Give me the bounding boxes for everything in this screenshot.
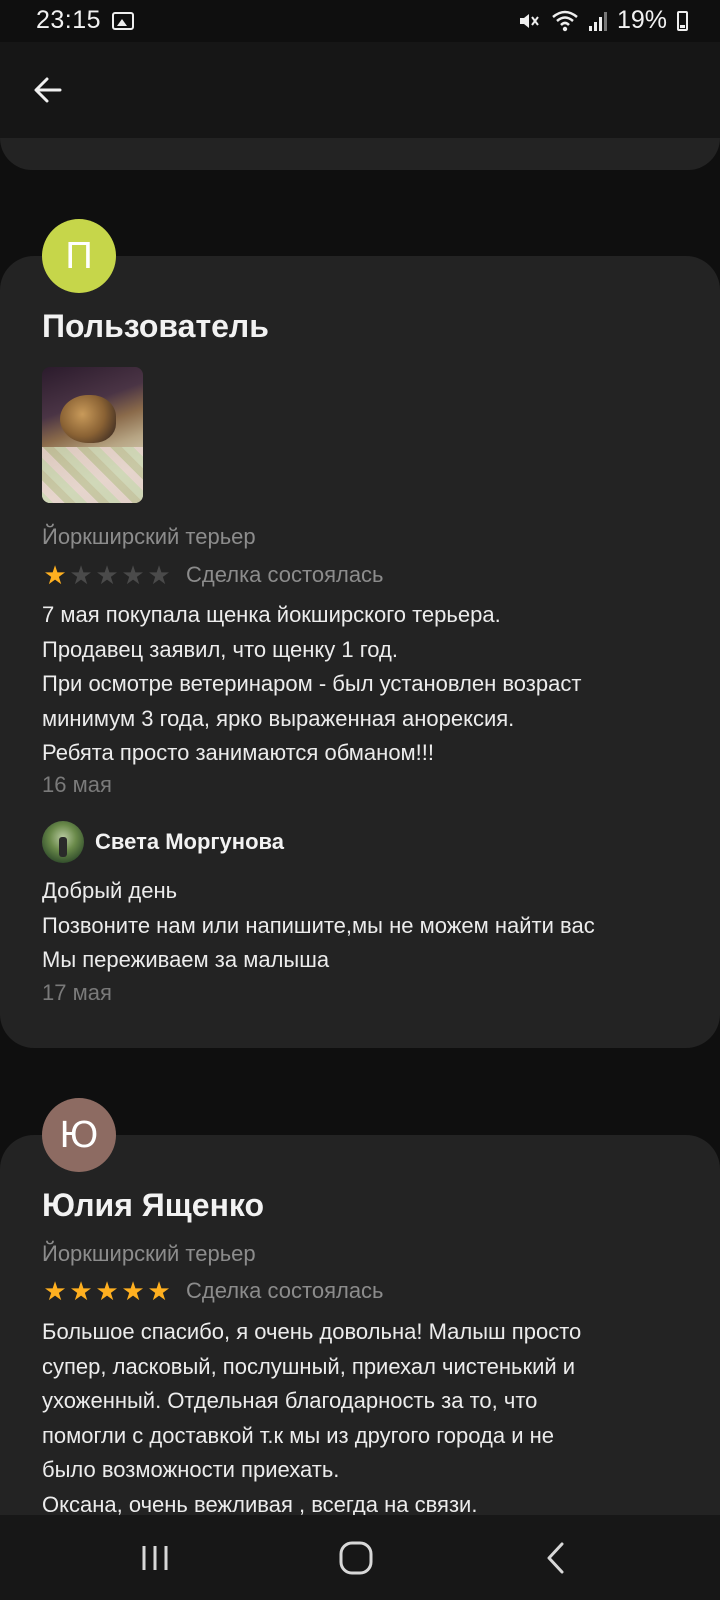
review-author[interactable]: Пользователь [42,308,269,345]
review-author[interactable]: Юлия Ященко [42,1187,264,1224]
system-nav-bar [0,1515,720,1600]
rating-stars: ★ ★ ★ ★ ★ [42,1278,172,1304]
review-text-line: Продавец заявил, что щенку 1 год. [42,636,398,662]
star-filled-icon: ★ [43,560,67,590]
star-filled-icon: ★ [95,1276,119,1306]
app-bar [0,42,720,138]
deal-status: Сделка состоялась [186,562,384,587]
wifi-icon [552,10,578,31]
review-text-line: минимум 3 года, ярко выраженная анорекси… [42,705,515,731]
arrow-left-icon[interactable] [28,70,68,110]
status-bar: 23:15 19% [0,0,720,42]
review-text-line: помогли с доставкой т.к мы из другого го… [42,1422,554,1448]
battery-percent: 19% [616,6,667,34]
reply-avatar [42,821,84,863]
review-breed: Йоркширский терьер [42,524,256,549]
star-empty-icon: ★ [95,560,119,590]
rating-row: ★ ★ ★ ★ ★ Сделка состоялась [42,562,384,588]
star-filled-icon: ★ [69,1276,93,1306]
reply-text-line: Добрый день [42,878,178,903]
avatar[interactable]: П [42,219,116,293]
review-text-line: было возможности приехать. [42,1457,340,1482]
avatar-letter: П [65,234,93,277]
battery-icon [677,10,688,31]
previous-review-card-end [0,138,720,170]
deal-status: Сделка состоялась [186,1278,384,1303]
review-text: 7 мая покупала щенка йокширского терьера… [42,598,682,771]
back-icon[interactable] [534,1535,580,1581]
mute-icon [519,13,539,28]
reply-text-line: Мы переживаем за малыша [42,947,330,972]
review-breed: Йоркширский терьер [42,1241,256,1266]
status-icons: 19% [517,6,688,35]
avatar-letter: Ю [59,1113,99,1156]
review-date: 16 мая [42,772,112,797]
review-photo[interactable] [42,367,143,503]
star-filled-icon: ★ [43,1276,67,1306]
review-text-line: 7 мая покупала щенка йокширского терьера… [42,602,501,627]
star-filled-icon: ★ [147,1276,171,1306]
star-empty-icon: ★ [69,560,93,590]
review-text-line: супер, ласковый, послушный, приехал чист… [42,1353,576,1379]
gallery-icon [112,12,134,30]
review-text-line: Большое спасибо, я очень довольна! Малыш… [42,1319,582,1344]
star-filled-icon: ★ [121,1276,145,1306]
status-time: 23:15 [36,6,102,34]
review-text-line: ухоженный. Отдельная благодарность за то… [42,1388,538,1413]
review-text-line: При осмотре ветеринаром - был установлен… [42,671,582,696]
star-empty-icon: ★ [147,560,171,590]
home-icon[interactable] [333,1535,379,1581]
star-empty-icon: ★ [121,560,145,590]
rating-row: ★ ★ ★ ★ ★ Сделка состоялась [42,1278,384,1304]
review-text-line: Ребята просто занимаются обманом!!! [42,740,435,765]
reply-date: 17 мая [42,980,112,1005]
reply-author: Света Моргунова [95,829,284,854]
avatar[interactable]: Ю [42,1098,116,1172]
reply-text-line: Позвоните нам или напишите,мы не можем н… [42,912,595,938]
dog-photo-subject [60,395,116,443]
review-text: Большое спасибо, я очень довольна! Малыш… [42,1315,682,1522]
reply-text: Добрый день Позвоните нам или напишите,м… [42,874,682,978]
rating-stars: ★ ★ ★ ★ ★ [42,562,172,588]
recent-apps-icon[interactable] [132,1535,178,1581]
photo-blanket [42,447,143,503]
signal-icon [588,11,607,31]
